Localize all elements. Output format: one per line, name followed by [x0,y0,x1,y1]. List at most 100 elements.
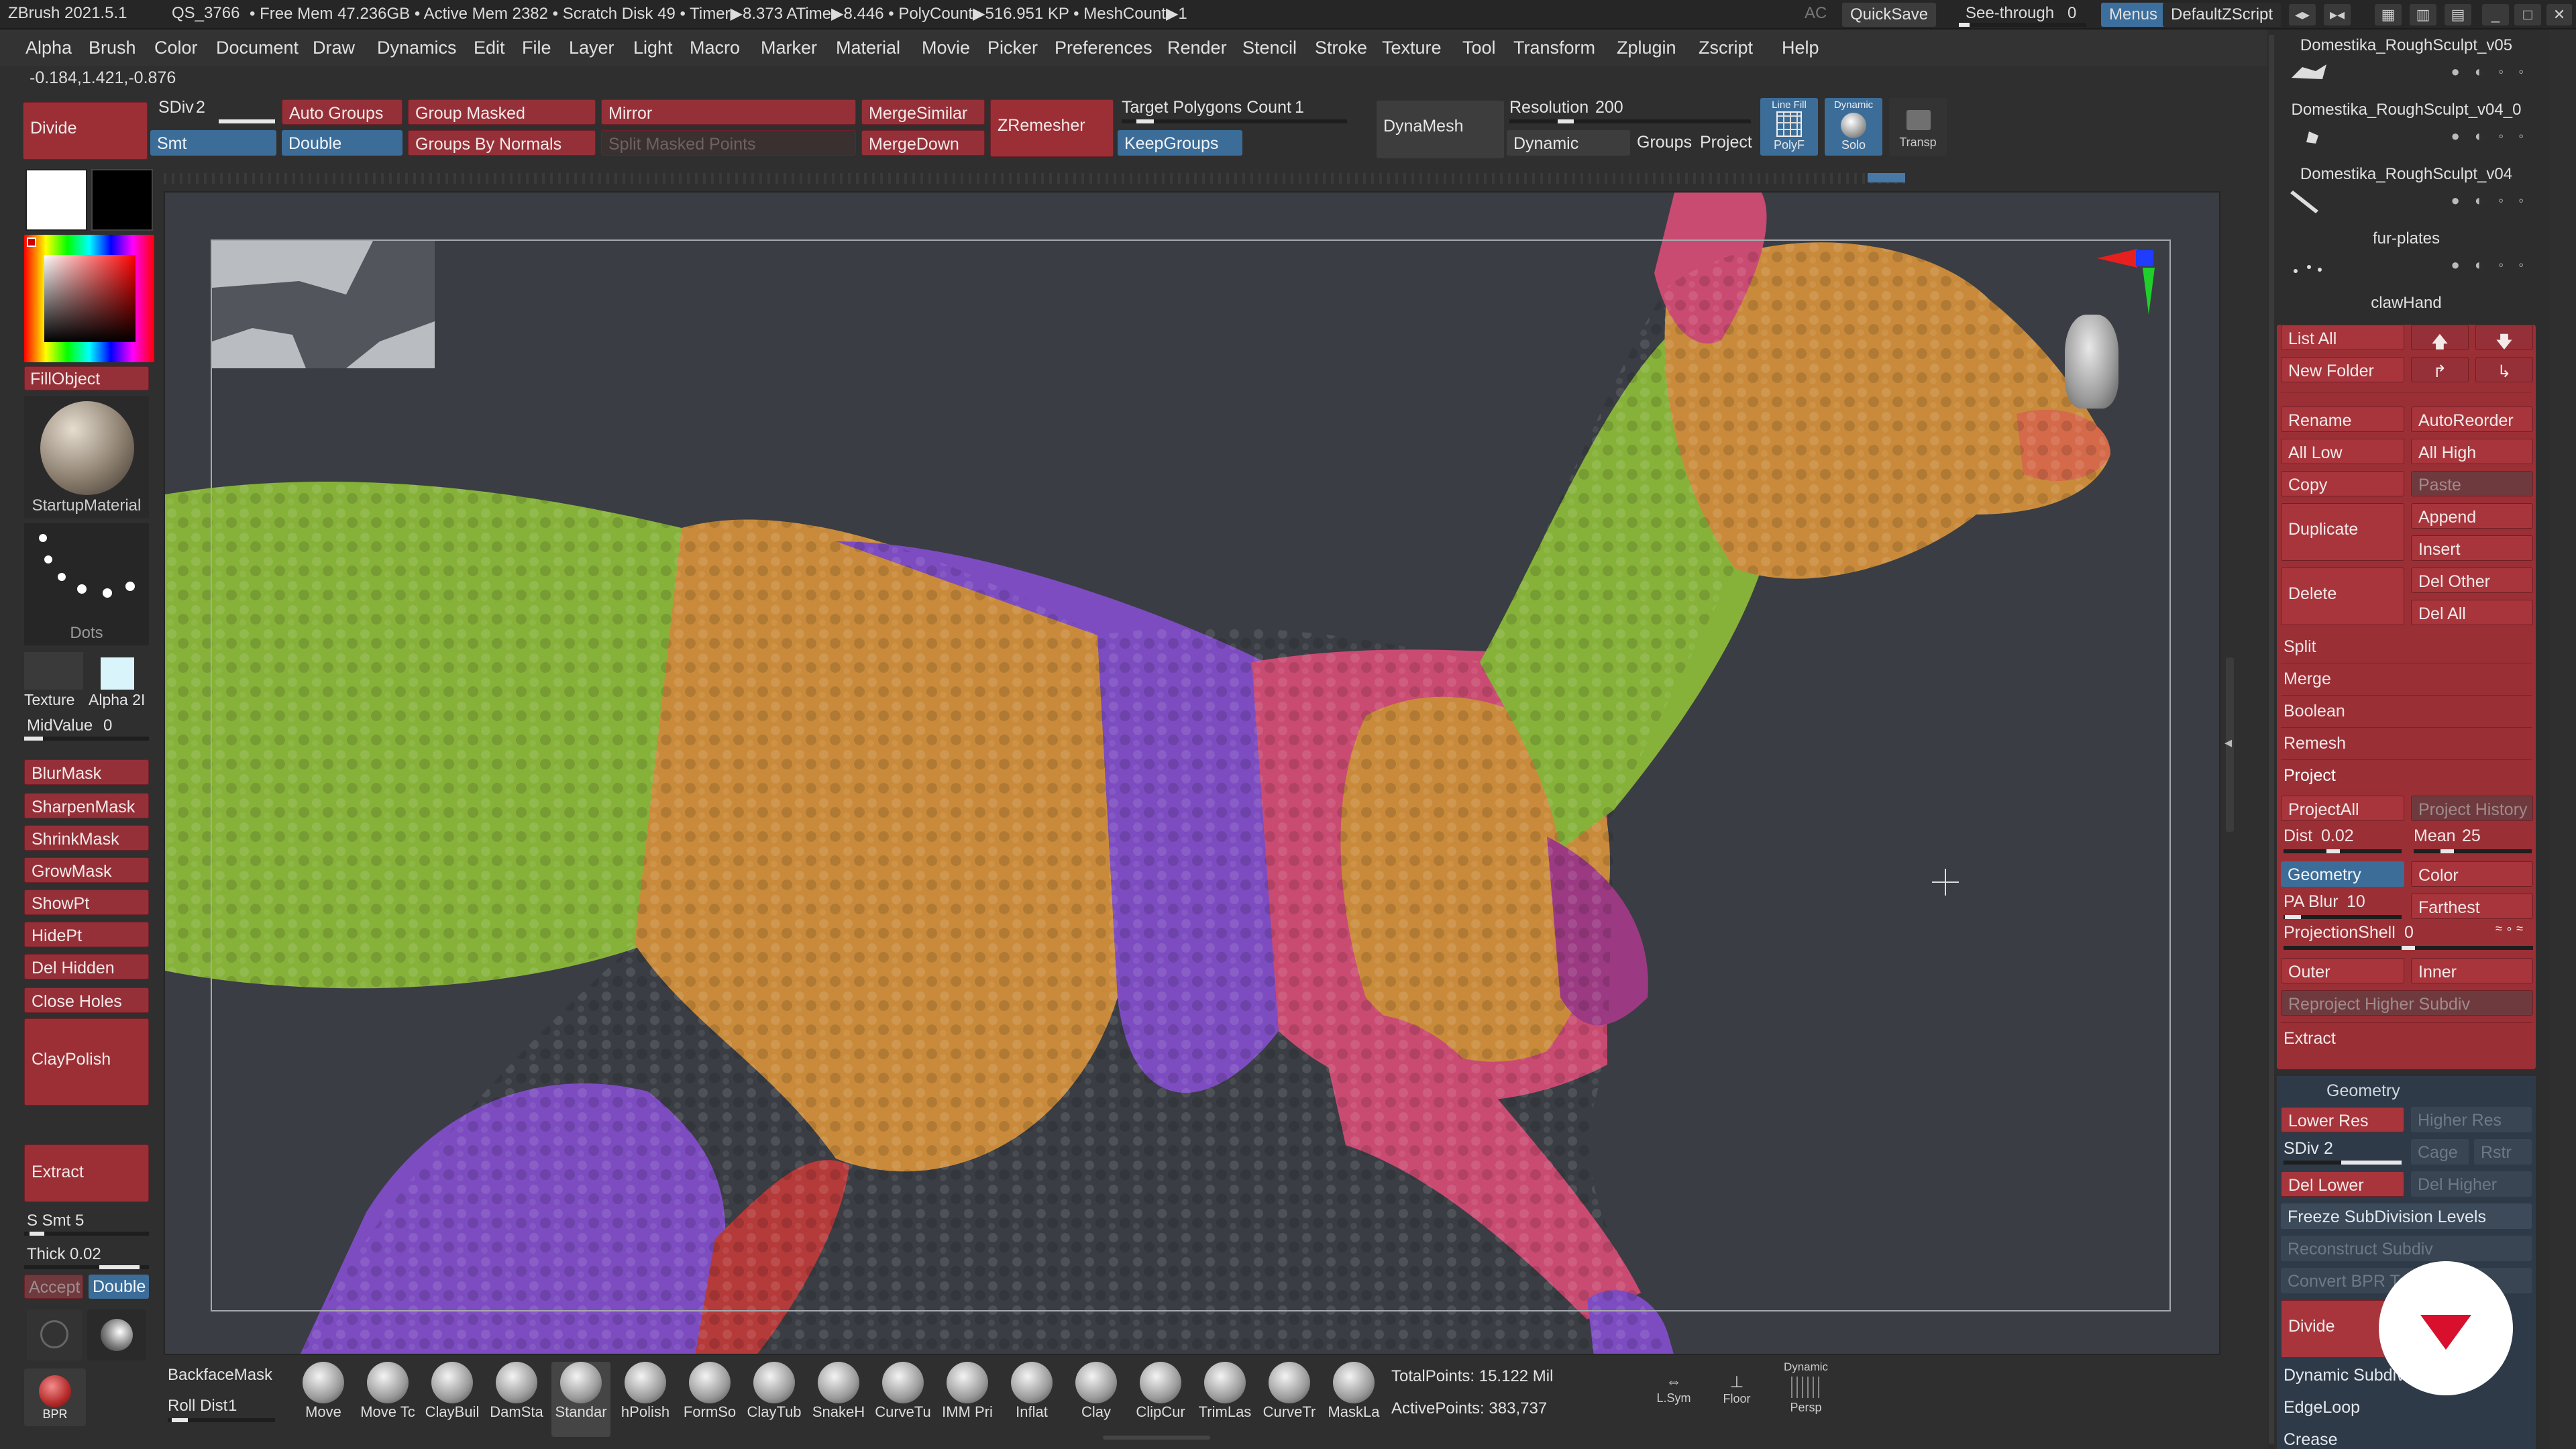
extract-button[interactable]: Extract [24,1144,149,1202]
backface-mask-toggle[interactable]: BackfaceMask [168,1366,272,1385]
s-smt-value[interactable]: 5 [75,1212,84,1230]
brush-inflate[interactable]: Inflat [1002,1362,1061,1437]
subtool-item[interactable]: Domestika_RoughSculpt_v05 ● ◐ ◦ ◦ [2277,36,2536,97]
copy-button[interactable]: Copy [2281,471,2404,496]
new-folder-button[interactable]: New Folder [2281,357,2404,382]
geometry-title[interactable]: Geometry [2326,1081,2400,1101]
menu-color[interactable]: Color [154,38,198,58]
split-section[interactable]: Split [2284,637,2316,657]
reconstruct-subdiv-button[interactable]: Reconstruct Subdiv [2281,1236,2532,1261]
project-button[interactable]: Project [1700,133,1752,152]
auto-groups-button[interactable]: Auto Groups [282,99,402,125]
s-smt-slider[interactable] [24,1232,149,1236]
quicksave-button[interactable]: QuickSave [1842,3,1937,27]
delete-button[interactable]: Delete [2281,568,2404,625]
menu-zscript[interactable]: Zscript [1699,38,1753,58]
menu-edit[interactable]: Edit [474,38,505,58]
hide-pt-button[interactable]: HidePt [24,922,149,947]
thick-slider[interactable] [24,1265,149,1269]
project-all-button[interactable]: ProjectAll [2281,796,2404,821]
extract-section[interactable]: Extract [2284,1029,2336,1049]
inner-toggle[interactable]: Inner [2411,958,2533,983]
keep-groups-button[interactable]: KeepGroups [1118,130,1242,156]
shrink-mask-button[interactable]: ShrinkMask [24,825,149,851]
menu-stroke[interactable]: Stroke [1315,38,1367,58]
sdiv-value[interactable]: 2 [196,98,205,117]
menu-picker[interactable]: Picker [987,38,1038,58]
see-through-slider[interactable] [1959,23,2086,27]
menu-layer[interactable]: Layer [569,38,614,58]
color-picker[interactable] [24,235,154,362]
dynamic-button[interactable]: Dynamic [1507,130,1630,156]
boolean-section[interactable]: Boolean [2284,702,2345,721]
accept-button[interactable]: Accept [24,1275,83,1299]
subtool-item[interactable]: clawHand [2277,294,2536,321]
merge-similar-button[interactable]: MergeSimilar [861,99,985,125]
del-all-button[interactable]: Del All [2411,600,2533,625]
brush-hpolish[interactable]: hPolish [616,1362,675,1437]
geo-sdiv-slider[interactable] [2284,1161,2402,1165]
subtool-item[interactable]: Domestika_RoughSculpt_v04 ● ◐ ◦ ◦ [2277,165,2536,225]
del-other-button[interactable]: Del Other [2411,568,2533,593]
extract-double-button[interactable]: Double [89,1275,149,1299]
clay-polish-button[interactable]: ClayPolish [24,1018,149,1106]
maximize-icon[interactable]: □ [2514,4,2541,25]
brush-claybuildup[interactable]: ClayBuil [423,1362,482,1437]
main-color-swatch[interactable] [25,169,87,231]
palette-icon[interactable]: ▤ [2445,4,2471,25]
menu-transform[interactable]: Transform [1513,38,1595,58]
group-masked-button[interactable]: Group Masked [408,99,596,125]
resolution-slider[interactable] [1509,119,1751,123]
brush-trimlasso[interactable]: TrimLas [1195,1362,1254,1437]
double-button[interactable]: Double [282,130,402,156]
remesh-section[interactable]: Remesh [2284,734,2346,753]
panel-scrollbar[interactable] [2269,35,2274,1444]
grow-mask-button[interactable]: GrowMask [24,857,149,883]
dynamesh-button[interactable]: DynaMesh [1377,101,1504,158]
folder-out-icon[interactable]: ↳ [2475,357,2533,382]
menu-material[interactable]: Material [836,38,900,58]
subtool-visibility-icons[interactable]: ● ◐ ◦ ◦ [2451,192,2529,209]
mean-slider[interactable] [2414,849,2532,853]
menu-file[interactable]: File [522,38,551,58]
split-icon[interactable]: ▥ [2410,4,2436,25]
list-all-button[interactable]: List All [2281,325,2404,350]
menu-preferences[interactable]: Preferences [1055,38,1152,58]
brush-clay[interactable]: Clay [1067,1362,1126,1437]
rename-button[interactable]: Rename [2281,407,2404,432]
pa-blur-value[interactable]: 10 [2347,892,2365,912]
color-toggle[interactable]: Color [2411,861,2533,887]
projection-shell-slider[interactable] [2284,946,2533,950]
subtool-visibility-icons[interactable]: ● ◐ ◦ ◦ [2451,63,2529,80]
mirror-button[interactable]: Mirror [601,99,856,125]
menu-zplugin[interactable]: Zplugin [1617,38,1676,58]
folder-in-icon[interactable]: ↱ [2411,357,2469,382]
all-high-button[interactable]: All High [2411,439,2533,464]
menu-dynamics[interactable]: Dynamics [377,38,457,58]
lsym-button[interactable]: ⇔ L.Sym [1652,1373,1696,1426]
see-through-value[interactable]: 0 [2068,4,2076,23]
groups-button[interactable]: Groups [1637,133,1692,152]
floor-button[interactable]: ⊥ Floor [1713,1373,1760,1426]
project-history-button[interactable]: Project History [2411,796,2533,821]
duplicate-button[interactable]: Duplicate [2281,503,2404,561]
minimize-icon[interactable]: _ [2482,4,2509,25]
paste-button[interactable]: Paste [2411,471,2533,496]
thick-value[interactable]: 0.02 [70,1245,101,1264]
polyf-button[interactable]: Line Fill PolyF [1760,98,1818,156]
projection-shell-options-icon[interactable]: ≈ ∘ ≈ [2496,922,2523,936]
geometry-toggle[interactable]: Geometry [2281,861,2404,887]
brush-formsoft[interactable]: FormSo [680,1362,739,1437]
close-holes-button[interactable]: Close Holes [24,987,149,1013]
target-polygons-value[interactable]: 1 [1295,98,1304,117]
midvalue-value[interactable]: 0 [103,716,112,735]
all-low-button[interactable]: All Low [2281,439,2404,464]
viewport-canvas[interactable] [164,191,2220,1355]
transp-button[interactable]: Transp [1889,98,1947,156]
brush-masklasso[interactable]: MaskLa [1324,1362,1383,1437]
menus-button[interactable]: Menus [2101,3,2166,27]
mean-value[interactable]: 25 [2462,826,2481,846]
menu-stencil[interactable]: Stencil [1242,38,1297,58]
roll-dist-slider[interactable] [168,1418,275,1422]
default-zscript-button[interactable]: DefaultZScript [2163,3,2282,27]
